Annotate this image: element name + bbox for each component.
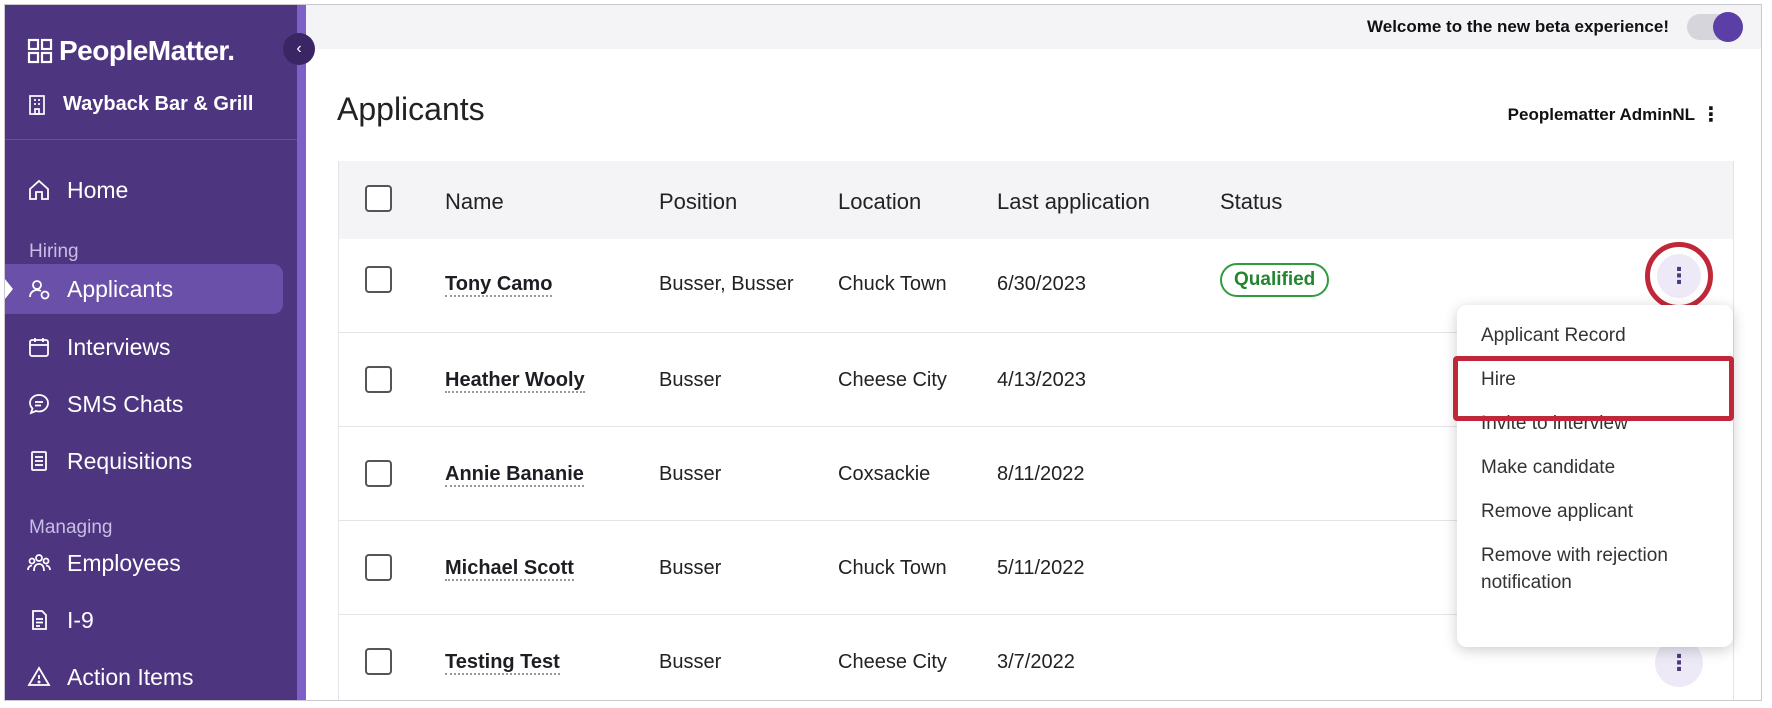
- applicants-icon: [29, 280, 50, 300]
- applicant-last-application: 4/13/2023: [997, 369, 1086, 391]
- sidebar-item-label: Home: [67, 176, 129, 203]
- sidebar-item-label: I-9: [67, 606, 94, 633]
- menu-item-applicant-record[interactable]: Applicant Record: [1481, 322, 1626, 349]
- column-header-last-application[interactable]: Last application: [997, 189, 1150, 215]
- beta-banner-text: Welcome to the new beta experience!: [1367, 17, 1669, 36]
- more-vertical-icon: ⋮: [1668, 650, 1690, 675]
- applicant-location: Cheese City: [838, 651, 947, 673]
- hire-highlight-box: [1453, 356, 1734, 421]
- applicant-position: Busser: [659, 463, 722, 485]
- table-header: Name Position Location Last application …: [339, 161, 1733, 239]
- building-icon: [29, 94, 45, 115]
- sidebar-item-label: Action Items: [67, 663, 194, 690]
- calendar-icon: [29, 338, 49, 357]
- row-actions-button[interactable]: ⋮: [1657, 254, 1701, 298]
- sidebar-section-managing: Managing: [29, 517, 113, 538]
- applicant-name-link[interactable]: Annie Bananie: [445, 463, 584, 487]
- status-badge: Qualified: [1220, 263, 1330, 297]
- sidebar: PeopleMatter. Wayback Bar & Grill Home H…: [5, 5, 302, 700]
- applicant-position: Busser: [659, 369, 722, 391]
- sidebar-item-applicants[interactable]: Applicants: [27, 265, 173, 313]
- column-header-name[interactable]: Name: [445, 189, 504, 215]
- row-checkbox[interactable]: [365, 460, 392, 487]
- menu-item-remove-applicant[interactable]: Remove applicant: [1481, 498, 1633, 525]
- sidebar-item-sms-chats[interactable]: SMS Chats: [27, 380, 183, 428]
- applicant-position: Busser: [659, 651, 722, 673]
- collapse-sidebar-button[interactable]: ‹: [283, 33, 315, 65]
- employees-icon: [27, 554, 51, 572]
- row-checkbox[interactable]: [365, 366, 392, 393]
- applicant-last-application: 6/30/2023: [997, 273, 1086, 295]
- toggle-knob: [1713, 12, 1743, 42]
- sidebar-section-hiring: Hiring: [29, 241, 79, 262]
- sidebar-edge: [297, 5, 306, 700]
- row-checkbox[interactable]: [365, 266, 392, 293]
- sidebar-item-employees[interactable]: Employees: [27, 539, 181, 587]
- column-header-status[interactable]: Status: [1220, 189, 1282, 215]
- applicant-name-link[interactable]: Michael Scott: [445, 557, 574, 581]
- active-caret-icon: [5, 279, 13, 299]
- sidebar-item-label: Requisitions: [67, 447, 193, 474]
- applicant-name-link[interactable]: Tony Camo: [445, 273, 553, 297]
- sidebar-item-home[interactable]: Home: [27, 166, 128, 214]
- column-header-location[interactable]: Location: [838, 189, 921, 215]
- sidebar-item-label: Applicants: [67, 275, 174, 302]
- page-title: Applicants: [337, 91, 485, 127]
- applicant-position: Busser, Busser: [659, 273, 794, 295]
- menu-item-remove-with-rejection[interactable]: Remove with rejection notification: [1481, 542, 1701, 596]
- applicant-location: Chuck Town: [838, 273, 947, 295]
- user-name: Peoplematter AdminNL: [1507, 105, 1695, 124]
- beta-toggle[interactable]: [1687, 12, 1743, 42]
- sidebar-item-label: Interviews: [67, 333, 171, 360]
- sidebar-item-action-items[interactable]: Action Items: [27, 653, 194, 700]
- select-all-checkbox[interactable]: [365, 185, 392, 212]
- column-header-position[interactable]: Position: [659, 189, 737, 215]
- applicant-name-link[interactable]: Heather Wooly: [445, 369, 585, 393]
- home-icon: [29, 179, 49, 200]
- sidebar-divider: [5, 139, 297, 140]
- applicant-name-link[interactable]: Testing Test: [445, 651, 560, 675]
- row-checkbox[interactable]: [365, 554, 392, 581]
- row-actions-button-highlighted[interactable]: ⋮: [1645, 242, 1713, 310]
- sidebar-item-label: SMS Chats: [67, 390, 184, 417]
- menu-item-make-candidate[interactable]: Make candidate: [1481, 454, 1615, 481]
- applicant-last-application: 5/11/2022: [997, 557, 1085, 579]
- more-vertical-icon: ⋮: [1701, 104, 1721, 126]
- row-checkbox[interactable]: [365, 648, 392, 675]
- sidebar-item-interviews[interactable]: Interviews: [27, 323, 171, 371]
- chat-icon: [29, 394, 49, 415]
- brand-name: PeopleMatter.: [59, 35, 235, 66]
- applicant-last-application: 3/7/2022: [997, 651, 1075, 673]
- app-window: PeopleMatter. Wayback Bar & Grill Home H…: [4, 4, 1762, 701]
- document-icon: [31, 451, 47, 471]
- sidebar-item-requisitions[interactable]: Requisitions: [27, 437, 192, 485]
- beta-banner: Welcome to the new beta experience!: [306, 5, 1761, 49]
- warning-icon: [27, 666, 51, 686]
- location-name: Wayback Bar & Grill: [63, 93, 254, 115]
- applicant-position: Busser: [659, 557, 722, 579]
- location-selector[interactable]: Wayback Bar & Grill: [27, 93, 253, 116]
- applicant-location: Cheese City: [838, 369, 947, 391]
- user-menu[interactable]: Peoplematter AdminNL ⋮: [1508, 105, 1721, 125]
- applicant-location: Chuck Town: [838, 557, 947, 579]
- peoplematter-logo-icon: [27, 38, 53, 64]
- applicant-location: Coxsackie: [838, 463, 931, 485]
- brand-logo[interactable]: PeopleMatter.: [27, 35, 235, 67]
- applicant-last-application: 8/11/2022: [997, 463, 1085, 485]
- form-icon: [32, 610, 47, 630]
- sidebar-item-label: Employees: [67, 549, 181, 576]
- sidebar-item-i9[interactable]: I-9: [27, 596, 94, 644]
- more-vertical-icon: ⋮: [1668, 263, 1690, 288]
- chevron-left-icon: ‹: [296, 40, 302, 57]
